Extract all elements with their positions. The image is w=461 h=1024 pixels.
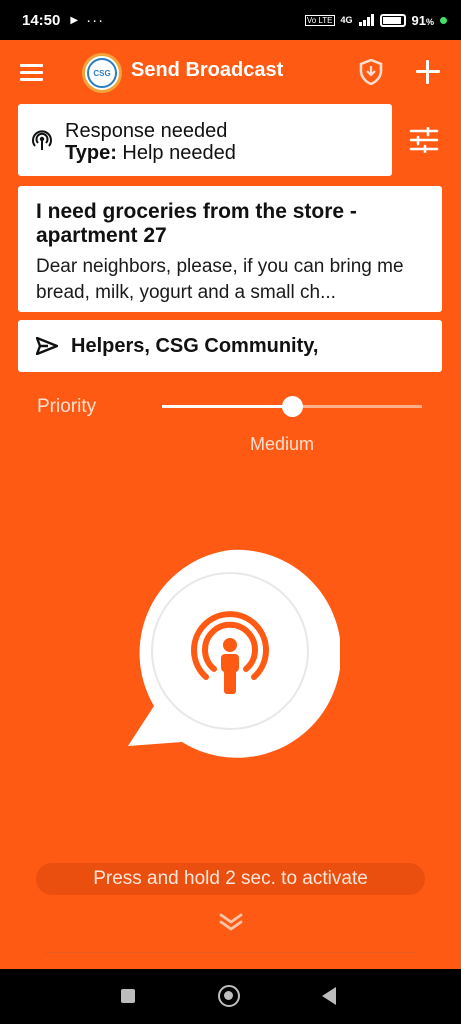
priority-slider[interactable] bbox=[162, 394, 422, 418]
logo-text: CSG bbox=[93, 68, 111, 78]
activation-hint: Press and hold 2 sec. to activate bbox=[36, 863, 425, 895]
send-icon bbox=[35, 336, 59, 356]
recipients-card[interactable]: Helpers, CSG Community, bbox=[18, 320, 442, 372]
status-time: 14:50 bbox=[22, 11, 61, 29]
volte-icon: Vo LTE bbox=[304, 14, 335, 26]
sliders-icon[interactable] bbox=[409, 126, 439, 154]
home-circle-icon[interactable] bbox=[218, 985, 240, 1007]
status-right: Vo LTE 4G 91% bbox=[304, 12, 447, 28]
recipients-text: Helpers, CSG Community, bbox=[71, 335, 319, 357]
divider bbox=[45, 952, 416, 953]
message-body: Dear neighbors, please, if you can bring… bbox=[36, 256, 404, 303]
signal-icon bbox=[358, 14, 374, 26]
response-type-card[interactable]: Response needed Type: Help needed bbox=[18, 104, 392, 176]
broadcast-icon bbox=[31, 129, 53, 151]
logo-inner: CSG bbox=[87, 58, 117, 88]
page-title: Send Broadcast bbox=[131, 59, 284, 81]
app-bar: CSG Send Broadcast bbox=[0, 40, 461, 104]
chevron-double-down-icon[interactable] bbox=[218, 912, 244, 932]
more-notifications-icon: ··· bbox=[86, 11, 105, 29]
type-label: Type: bbox=[65, 142, 117, 164]
activate-broadcast-button[interactable] bbox=[120, 548, 342, 758]
battery-percent: 91% bbox=[411, 12, 434, 28]
priority-label: Priority bbox=[37, 396, 97, 417]
response-type-line: Type: Help needed bbox=[65, 142, 236, 165]
type-value: Help needed bbox=[116, 142, 236, 164]
message-card[interactable]: I need groceries from the store - apartm… bbox=[18, 186, 442, 312]
status-bar: 14:50 ▶ ··· Vo LTE 4G 91% bbox=[0, 0, 461, 40]
system-nav-bar bbox=[0, 969, 461, 1024]
response-needed-label: Response needed bbox=[65, 120, 228, 142]
back-triangle-icon[interactable] bbox=[322, 987, 336, 1005]
shield-download-icon[interactable] bbox=[359, 58, 383, 86]
slider-fill bbox=[162, 405, 292, 408]
hamburger-menu-icon[interactable] bbox=[20, 64, 43, 81]
app-logo: CSG bbox=[82, 53, 122, 93]
message-title: I need groceries from the store - apartm… bbox=[36, 200, 357, 247]
slider-thumb[interactable] bbox=[282, 396, 303, 417]
play-icon: ▶ bbox=[70, 14, 79, 26]
priority-value: Medium bbox=[250, 434, 315, 454]
recents-square-icon[interactable] bbox=[121, 989, 135, 1003]
network-type: 4G bbox=[340, 15, 353, 25]
add-button[interactable] bbox=[416, 60, 440, 84]
battery-icon bbox=[379, 13, 406, 27]
charging-dot-icon bbox=[440, 16, 447, 24]
